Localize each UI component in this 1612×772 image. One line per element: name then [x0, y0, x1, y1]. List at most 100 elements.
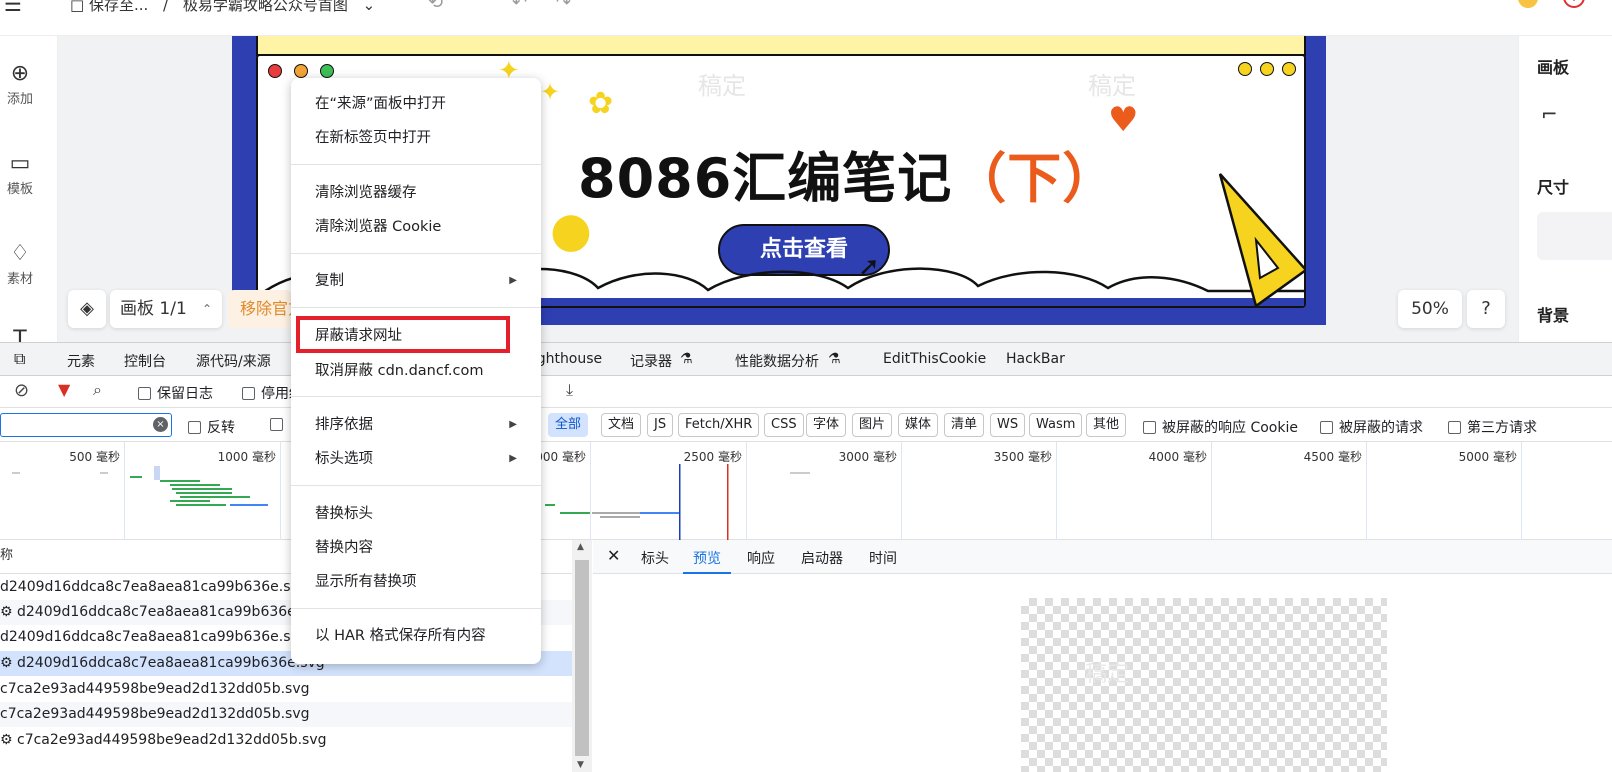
filter-js[interactable]: JS: [647, 413, 674, 437]
filter-media[interactable]: 媒体: [898, 413, 939, 437]
tab-performance-insights[interactable]: 性能数据分析: [735, 351, 819, 371]
menu-divider: [291, 485, 541, 486]
menu-icon[interactable]: ☰: [4, 0, 22, 16]
filter-font[interactable]: 字体: [806, 413, 847, 437]
download-icon[interactable]: ⤓: [566, 380, 573, 400]
table-row[interactable]: c7ca2e93ad449598be9ead2d132dd05b.svg: [0, 702, 572, 727]
menu-item-header-options[interactable]: 标头选项 ▶: [291, 444, 541, 474]
breadcrumb-folder[interactable]: □ 保存至...: [70, 0, 148, 14]
network-overview-timeline[interactable]: 500 毫秒 1000 毫秒 2000 毫秒 2500 毫秒 3000 毫秒 3…: [0, 442, 1612, 540]
tab-hackbar[interactable]: HackBar: [1006, 351, 1065, 367]
submenu-arrow-icon: ▶: [509, 419, 517, 430]
filter-img[interactable]: 图片: [852, 413, 893, 437]
menu-divider: [291, 307, 541, 308]
layers-button[interactable]: ◈: [68, 290, 106, 328]
clear-icon[interactable]: ⊘: [14, 380, 29, 401]
blocked-cookies-checkbox[interactable]: 被屏蔽的响应 Cookie: [1143, 417, 1298, 437]
request-list-scrollbar[interactable]: ▲ ▼: [572, 540, 592, 772]
third-party-checkbox[interactable]: 第三方请求: [1448, 417, 1537, 437]
device-toggle-icon[interactable]: ⧉: [14, 349, 25, 369]
menu-item-override-headers[interactable]: 替换标头: [291, 499, 541, 529]
tab-timing[interactable]: 时间: [869, 548, 897, 568]
preserve-log-label: 保留日志: [157, 386, 213, 402]
avatar[interactable]: [1518, 0, 1538, 8]
menu-item-show-all-overrides[interactable]: 显示所有替换项: [291, 567, 541, 597]
filter-doc[interactable]: 文档: [601, 413, 642, 437]
tab-editthiscookie[interactable]: EditThisCookie: [883, 351, 986, 367]
remove-watermark-button[interactable]: 移除官方水印: [228, 290, 292, 328]
search-icon[interactable]: ⌕: [93, 380, 102, 400]
hide-data-urls-checkbox[interactable]: [270, 417, 289, 433]
menu-item-sort-by[interactable]: 排序依据 ▶: [291, 410, 541, 440]
filter-other[interactable]: 其他: [1086, 413, 1127, 437]
tab-preview[interactable]: 预览: [683, 548, 731, 574]
menu-item-label: 清除浏览器缓存: [315, 185, 417, 201]
filter-fetch-xhr[interactable]: Fetch/XHR: [678, 413, 760, 437]
undo-icon[interactable]: ↶: [512, 0, 527, 13]
redo-icon[interactable]: ↷: [556, 0, 571, 13]
sidebar-item-add[interactable]: ⊕ 添加: [0, 60, 40, 107]
menu-item-unblock-domain[interactable]: 取消屏蔽 cdn.dancf.com: [291, 356, 541, 386]
menu-item-open-in-sources[interactable]: 在“来源”面板中打开: [291, 89, 541, 119]
board-selector[interactable]: 画板 1/1 ⌃: [110, 290, 222, 328]
chevron-down-icon[interactable]: ⌄: [363, 0, 376, 14]
scroll-up-icon[interactable]: ▲: [577, 542, 584, 552]
size-label: 尺寸: [1537, 178, 1570, 197]
blocked-requests-label: 被屏蔽的请求: [1339, 420, 1423, 436]
close-icon[interactable]: ✕: [607, 546, 620, 565]
size-field[interactable]: [1537, 212, 1612, 260]
flask-icon: ⚗: [680, 351, 693, 367]
add-icon: ⊕: [10, 61, 30, 86]
board-label: 画板 1/1: [120, 299, 187, 319]
tab-elements[interactable]: 元素: [67, 351, 95, 371]
filter-icon[interactable]: ▼: [58, 380, 70, 399]
menu-item-label: 在“来源”面板中打开: [315, 96, 447, 112]
clear-filter-icon[interactable]: ×: [153, 417, 168, 432]
menu-item-override-content[interactable]: 替换内容: [291, 533, 541, 563]
scrollbar-thumb[interactable]: [575, 560, 589, 756]
menu-item-label: 在新标签页中打开: [315, 130, 431, 146]
menu-item-label: 清除浏览器 Cookie: [315, 219, 442, 235]
preserve-log-checkbox[interactable]: 保留日志: [138, 383, 213, 403]
zoom-level[interactable]: 50%: [1398, 290, 1462, 328]
paint-roller-icon[interactable]: ⌐: [1541, 102, 1558, 126]
tab-sources[interactable]: 源代码/来源: [196, 351, 271, 371]
alert-icon[interactable]: !: [1563, 0, 1585, 8]
menu-item-label: 以 HAR 格式保存所有内容: [315, 628, 486, 644]
menu-item-label: 替换内容: [315, 540, 373, 556]
ruler-triangle: [1218, 173, 1304, 306]
sync-icon[interactable]: ⟲: [428, 0, 443, 13]
invert-checkbox[interactable]: 反转: [188, 417, 235, 437]
watermark: 稿定: [1088, 72, 1136, 100]
breadcrumb-separator: /: [163, 0, 169, 14]
filter-ws[interactable]: WS: [990, 413, 1026, 437]
filter-manifest[interactable]: 清单: [944, 413, 985, 437]
help-button[interactable]: ?: [1467, 290, 1505, 328]
menu-item-clear-cache[interactable]: 清除浏览器缓存: [291, 178, 541, 208]
tab-initiator[interactable]: 启动器: [801, 548, 843, 568]
menu-item-save-har[interactable]: 以 HAR 格式保存所有内容: [291, 621, 541, 651]
tab-response[interactable]: 响应: [747, 548, 775, 568]
filter-wasm[interactable]: Wasm: [1029, 413, 1083, 437]
filter-all[interactable]: 全部: [548, 413, 589, 437]
table-row[interactable]: ⚙ c7ca2e93ad449598be9ead2d132dd05b.svg: [0, 728, 572, 753]
sidebar-item-templates[interactable]: ▭ 模板: [0, 150, 40, 197]
scroll-down-icon[interactable]: ▼: [577, 760, 584, 770]
submenu-arrow-icon: ▶: [509, 453, 517, 464]
sidebar-item-materials[interactable]: ♢ 素材: [0, 240, 40, 287]
menu-divider: [291, 164, 541, 165]
network-toolbar: ⊘ ▼ ⌕ 保留日志 停用缓存 ⤓: [0, 376, 1612, 408]
blocked-requests-checkbox[interactable]: 被屏蔽的请求: [1320, 417, 1423, 437]
menu-item-clear-cookies[interactable]: 清除浏览器 Cookie: [291, 212, 541, 242]
tab-console[interactable]: 控制台: [124, 351, 166, 371]
tab-recorder[interactable]: 记录器: [630, 351, 672, 371]
filter-css[interactable]: CSS: [764, 413, 804, 437]
filter-input[interactable]: ×: [0, 413, 172, 437]
menu-item-open-new-tab[interactable]: 在新标签页中打开: [291, 123, 541, 153]
sidebar-item-label: 素材: [6, 272, 33, 287]
tab-headers[interactable]: 标头: [641, 548, 669, 568]
breadcrumb-file[interactable]: 极易学霸攻略公众号首图: [183, 0, 348, 14]
menu-divider: [291, 608, 541, 609]
table-row[interactable]: c7ca2e93ad449598be9ead2d132dd05b.svg: [0, 677, 572, 702]
menu-item-copy[interactable]: 复制 ▶: [291, 266, 541, 296]
